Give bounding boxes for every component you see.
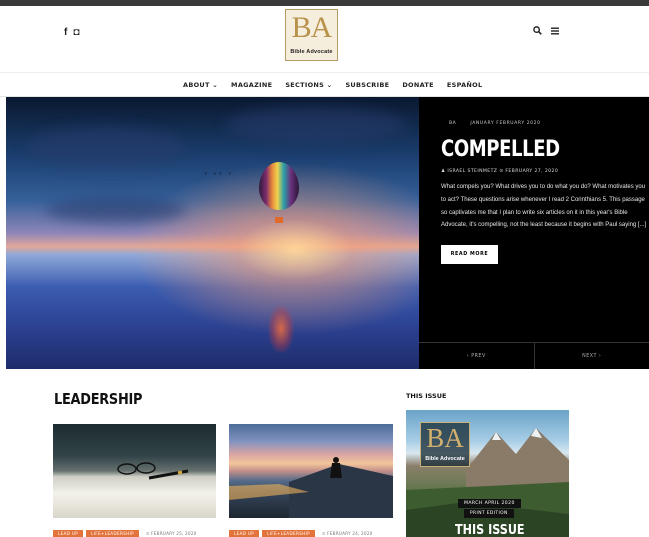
article-meta: LEAD UP LIFE+LEADERSHIP ⊙ FEBRUARY 24, 2… [229,530,373,537]
article-date: ⊙ FEBRUARY 25, 2020 [145,531,197,536]
nav-item-subscribe[interactable]: SUBSCRIBE [345,81,389,89]
hero-meta: BA JANUARY FEBRUARY 2020 [449,121,541,126]
site-header: f ◘ BA Bible Advocate [0,6,649,72]
hero-title[interactable]: COMPELLED [441,137,560,162]
main-nav: ABOUT ⌄ MAGAZINE SECTIONS ⌄ SUBSCRIBE DO… [0,72,649,97]
nav-item-donate[interactable]: DONATE [402,81,434,89]
cloud-shape [26,127,186,167]
nav-item-magazine[interactable]: MAGAZINE [231,81,272,89]
slider-pager: ‹ PREV NEXT › [419,342,649,369]
article-thumbnail[interactable] [229,424,393,518]
read-more-button[interactable]: READ MORE [441,245,498,264]
this-issue-label: THIS ISSUE [406,392,447,400]
menu-icon[interactable] [551,27,559,35]
section-title-leadership: LEADERSHIP [54,390,143,408]
hero-excerpt: What compels you? What drives you to do … [441,184,647,229]
hero-issue[interactable]: JANUARY FEBRUARY 2020 [470,121,540,126]
hero-author-line: ♟ ISRAEL STEINMETZ ⊙ FEBRUARY 27, 2020 [441,169,559,174]
logo-subtitle: Bible Advocate [290,49,333,55]
article-meta: LEAD UP LIFE+LEADERSHIP ⊙ FEBRUARY 25, 2… [53,530,197,537]
instagram-icon[interactable]: ◘ [73,27,79,38]
nav-item-sections[interactable]: SECTIONS ⌄ [285,81,332,89]
header-icons [533,26,559,35]
social-links: f ◘ [64,27,79,38]
next-button[interactable]: NEXT › [533,343,649,369]
tag-life-leadership[interactable]: LIFE+LEADERSHIP [86,530,139,537]
cover-title: THIS ISSUE [455,523,525,537]
cover-logo: BA Bible Advocate [420,422,470,467]
cover-logo-subtitle: Bible Advocate [425,456,465,462]
search-icon[interactable] [533,26,542,35]
cloud-shape [226,107,406,143]
person-overlook-illustration [229,457,393,518]
hero-image[interactable]: ˅ ˅˅ ˅ [6,97,419,369]
birds-silhouette: ˅ ˅˅ ˅ [204,172,234,178]
cover-logo-mark: BA [426,423,464,453]
logo-mark: BA [291,11,333,44]
prev-button[interactable]: ‹ PREV [419,343,534,369]
glasses-pen-illustration [117,462,189,480]
tag-lead-up[interactable]: LEAD UP [53,530,84,537]
hot-air-balloon [259,162,299,210]
article-thumbnail[interactable] [53,424,216,518]
article-date: ⊙ FEBRUARY 24, 2020 [321,531,373,536]
nav-item-espanol[interactable]: ESPAÑOL [447,81,483,89]
hero-panel: BA JANUARY FEBRUARY 2020 COMPELLED ♟ ISR… [419,97,649,369]
facebook-icon[interactable]: f [64,27,67,38]
cloud-shape [46,197,186,223]
tag-life-leadership[interactable]: LIFE+LEADERSHIP [262,530,315,537]
tag-lead-up[interactable]: LEAD UP [229,530,260,537]
magazine-cover[interactable]: BA Bible Advocate MARCH APRIL 2020 PRINT… [406,410,569,537]
site-logo[interactable]: BA Bible Advocate [285,9,338,61]
balloon-reflection [268,305,294,353]
cover-edition: PRINT EDITION [464,509,514,518]
balloon-basket [275,217,283,223]
cover-issue-date: MARCH APRIL 2020 [458,499,521,508]
nav-item-about[interactable]: ABOUT ⌄ [183,81,218,89]
hero-category[interactable]: BA [449,121,456,126]
hero-slider: ˅ ˅˅ ˅ BA JANUARY FEBRUARY 2020 COMPELLE… [6,97,649,369]
